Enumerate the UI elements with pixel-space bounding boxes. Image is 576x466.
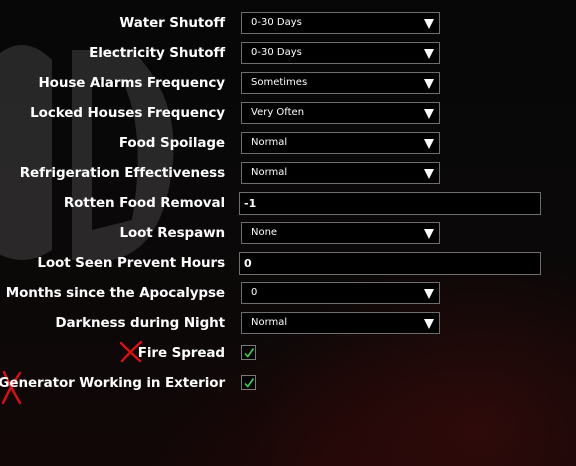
generator-working-exterior-checkbox[interactable] <box>241 375 256 390</box>
setting-row-water-shutoff: Water Shutoff 0-30 Days <box>0 12 576 34</box>
refrigeration-effectiveness-dropdown[interactable]: Normal <box>241 162 440 184</box>
setting-row-refrigeration-effectiveness: Refrigeration Effectiveness Normal <box>0 162 576 184</box>
rotten-food-removal-input[interactable]: -1 <box>239 192 541 215</box>
setting-label: Rotten Food Removal <box>63 195 225 211</box>
setting-row-rotten-food-removal: Rotten Food Removal -1 <box>0 192 576 215</box>
input-value: 0 <box>244 257 252 270</box>
setting-label: Water Shutoff <box>119 15 225 31</box>
setting-row-months-since-apocalypse: Months since the Apocalypse 0 <box>0 282 576 304</box>
setting-label: Loot Seen Prevent Hours <box>37 255 225 271</box>
dropdown-value: 0-30 Days <box>251 47 302 58</box>
dropdown-arrow-icon <box>424 49 434 59</box>
setting-row-locked-houses-frequency: Locked Houses Frequency Very Often <box>0 102 576 124</box>
setting-row-darkness-during-night: Darkness during Night Normal <box>0 312 576 334</box>
dropdown-arrow-icon <box>424 169 434 179</box>
setting-label: Fire Spread <box>137 345 225 361</box>
food-spoilage-dropdown[interactable]: Normal <box>241 132 440 154</box>
months-since-apocalypse-dropdown[interactable]: 0 <box>241 282 440 304</box>
dropdown-value: Normal <box>251 317 288 328</box>
setting-row-generator-working-exterior: Generator Working in Exterior <box>0 370 576 405</box>
checkmark-icon <box>244 378 255 388</box>
water-shutoff-dropdown[interactable]: 0-30 Days <box>241 12 440 34</box>
setting-label: Loot Respawn <box>119 225 225 241</box>
dropdown-arrow-icon <box>424 319 434 329</box>
fire-spread-checkbox[interactable] <box>241 345 256 360</box>
dropdown-value: 0-30 Days <box>251 17 302 28</box>
dropdown-arrow-icon <box>424 229 434 239</box>
setting-label: Months since the Apocalypse <box>5 285 225 301</box>
input-value: -1 <box>244 197 257 210</box>
dropdown-value: Sometimes <box>251 77 308 88</box>
loot-seen-prevent-hours-input[interactable]: 0 <box>239 252 541 275</box>
darkness-during-night-dropdown[interactable]: Normal <box>241 312 440 334</box>
dropdown-arrow-icon <box>424 79 434 89</box>
dropdown-value: 0 <box>251 287 258 298</box>
setting-row-food-spoilage: Food Spoilage Normal <box>0 132 576 154</box>
setting-label: Electricity Shutoff <box>89 45 225 61</box>
dropdown-arrow-icon <box>424 139 434 149</box>
loot-respawn-dropdown[interactable]: None <box>241 222 440 244</box>
electricity-shutoff-dropdown[interactable]: 0-30 Days <box>241 42 440 64</box>
dropdown-value: Very Often <box>251 107 305 118</box>
setting-row-loot-seen-prevent-hours: Loot Seen Prevent Hours 0 <box>0 252 576 275</box>
checkmark-icon <box>244 348 255 358</box>
setting-row-loot-respawn: Loot Respawn None <box>0 222 576 244</box>
dropdown-arrow-icon <box>424 109 434 119</box>
setting-label: Refrigeration Effectiveness <box>19 165 225 181</box>
setting-label: Darkness during Night <box>55 315 225 331</box>
setting-label: Food Spoilage <box>118 135 225 151</box>
setting-row-fire-spread: Fire Spread <box>0 340 576 364</box>
house-alarms-frequency-dropdown[interactable]: Sometimes <box>241 72 440 94</box>
dropdown-arrow-icon <box>424 19 434 29</box>
locked-houses-frequency-dropdown[interactable]: Very Often <box>241 102 440 124</box>
dropdown-value: Normal <box>251 137 288 148</box>
dropdown-value: Normal <box>251 167 288 178</box>
dropdown-arrow-icon <box>424 289 434 299</box>
setting-label: Generator Working in Exterior <box>0 375 225 391</box>
dropdown-value: None <box>251 227 278 238</box>
setting-row-house-alarms-frequency: House Alarms Frequency Sometimes <box>0 72 576 94</box>
setting-label: Locked Houses Frequency <box>30 105 225 121</box>
setting-row-electricity-shutoff: Electricity Shutoff 0-30 Days <box>0 42 576 64</box>
setting-label: House Alarms Frequency <box>38 75 225 91</box>
